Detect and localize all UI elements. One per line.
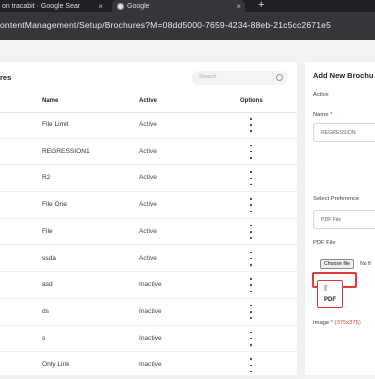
row-name: File Limit [42, 121, 69, 128]
column-header-options: Options [240, 98, 263, 104]
row-options-kebab-icon[interactable] [248, 278, 254, 293]
acrobat-swirl-icon: ℓ [324, 283, 327, 293]
new-tab-button[interactable]: + [258, 0, 264, 11]
row-name: R2 [42, 174, 51, 182]
brochures-table-card: res Search Name Active Options File Limi… [0, 62, 297, 379]
row-options-kebab-icon[interactable] [248, 251, 254, 266]
row-options-kebab-icon[interactable] [248, 331, 254, 346]
row-name: s [42, 334, 46, 342]
table-row[interactable]: File Active [0, 219, 297, 246]
image-label: Image * (375x375) [313, 320, 361, 326]
row-name: File One [42, 201, 67, 209]
address-bar[interactable]: ontentManagement/Setup/Brochures?M=08dd5… [0, 12, 375, 40]
row-options-kebab-icon[interactable] [248, 171, 254, 186]
table-row[interactable]: File Limit Active [0, 112, 297, 139]
row-name: Only Link [42, 361, 70, 369]
table-row[interactable]: s Inactive [0, 326, 297, 353]
table-header: Name Active Options [0, 90, 297, 113]
row-status: Inactive [139, 307, 162, 315]
row-status: Active [139, 147, 157, 155]
row-status: Inactive [139, 334, 162, 342]
column-header-name[interactable]: Name [42, 98, 58, 104]
row-name: asd [42, 281, 53, 289]
url-text[interactable]: ontentManagement/Setup/Brochures?M=08dd5… [0, 20, 331, 30]
preference-select-value: PDF File [321, 217, 342, 223]
row-status: Active [139, 227, 157, 235]
browser-tab-google[interactable]: Google × [112, 0, 245, 12]
browser-tab-search[interactable]: on tracabit · Google Sear × [0, 0, 107, 12]
image-size-hint: (375x375) [334, 320, 361, 326]
table-row[interactable]: asd Inactive [0, 272, 297, 299]
no-file-text: No fi [360, 261, 371, 267]
pdf-icon-label: PDF [324, 297, 336, 303]
row-status: Active [139, 201, 157, 209]
row-options-kebab-icon[interactable] [248, 358, 254, 373]
required-mark: * [330, 320, 334, 326]
row-options-kebab-icon[interactable] [248, 118, 254, 132]
browser-tabstrip: on tracabit · Google Sear × Google × + [0, 0, 375, 12]
row-status: Inactive [139, 361, 162, 369]
row-status: Active [139, 174, 157, 182]
row-options-kebab-icon[interactable] [248, 198, 254, 213]
pdf-file-icon[interactable]: ℓ PDF [317, 280, 343, 308]
row-name: REGRESSION1 [42, 147, 90, 155]
required-mark: * [330, 112, 333, 118]
row-name: File [42, 227, 53, 235]
form-title: Add New Brochu [313, 71, 374, 80]
close-tab-icon[interactable]: × [236, 2, 241, 11]
add-brochure-panel: Add New Brochu Active Name * REGRESSION … [305, 62, 375, 375]
search-placeholder: Search [199, 74, 217, 80]
tab-title: on tracabit · Google Sear [2, 2, 81, 10]
name-label: Name * [313, 112, 332, 118]
search-input[interactable]: Search [192, 71, 288, 85]
row-status: Active [139, 121, 157, 128]
table-row[interactable]: REGRESSION1 Active [0, 139, 297, 166]
tab-title: Google [127, 2, 150, 10]
google-favicon-icon [117, 2, 124, 10]
preference-label: Select Preference [313, 196, 360, 202]
image-label-text: Image [313, 320, 330, 326]
pdf-file-label: PDF File [313, 240, 336, 246]
preference-select[interactable]: PDF File [313, 210, 375, 229]
active-label: Active [313, 92, 329, 98]
close-tab-icon[interactable]: × [98, 2, 103, 11]
table-row[interactable]: R2 Active [0, 165, 297, 193]
row-status: Inactive [139, 281, 162, 289]
row-options-kebab-icon[interactable] [248, 224, 254, 239]
row-name: ssda [42, 254, 56, 262]
row-name: ds [42, 307, 49, 315]
choose-file-button[interactable]: Choose file [320, 259, 354, 269]
row-options-kebab-icon[interactable] [248, 144, 254, 159]
name-input-value: REGRESSION [321, 130, 356, 136]
page-title: res [0, 73, 12, 82]
table-row[interactable]: ds Inactive [0, 299, 297, 326]
table-row[interactable]: File One Active [0, 192, 297, 219]
table-row[interactable]: ssda Active [0, 246, 297, 273]
name-label-text: Name [313, 112, 329, 118]
name-input[interactable]: REGRESSION [313, 123, 375, 142]
column-header-active[interactable]: Active [139, 98, 157, 104]
search-icon[interactable] [276, 74, 283, 81]
row-status: Active [139, 254, 157, 262]
row-options-kebab-icon[interactable] [248, 304, 254, 319]
